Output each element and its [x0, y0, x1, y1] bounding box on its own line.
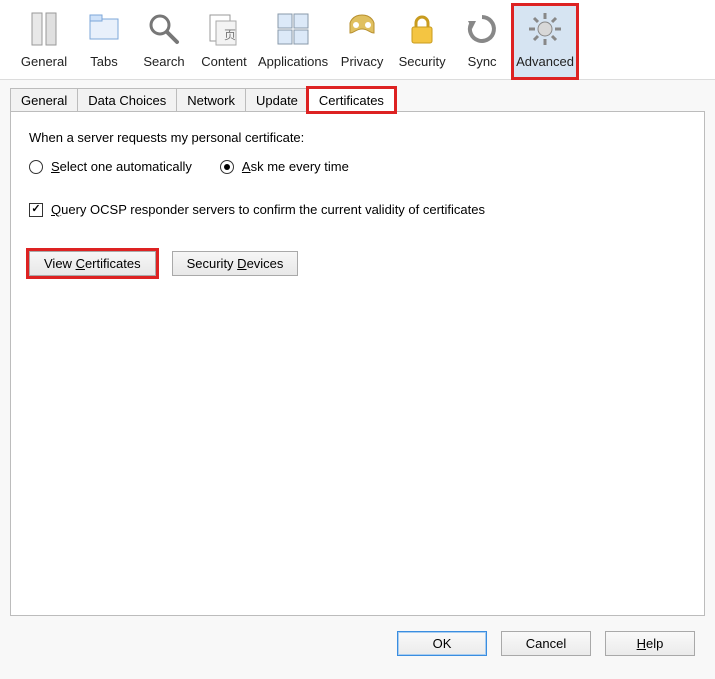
applications-icon — [273, 9, 313, 52]
ok-button[interactable]: OK — [397, 631, 487, 656]
checkbox-label: Query OCSP responder servers to confirm … — [51, 202, 485, 217]
svg-text:页: 页 — [224, 28, 236, 42]
sync-icon — [462, 9, 502, 52]
category-label: Search — [143, 54, 184, 69]
cert-buttons-row: View Certificates Security Devices — [29, 251, 686, 276]
personal-cert-radio-group: Select one automatically Ask me every ti… — [29, 159, 686, 174]
subtab-certificates[interactable]: Certificates — [308, 88, 395, 112]
help-button[interactable]: Help — [605, 631, 695, 656]
radio-label: Ask me every time — [242, 159, 349, 174]
subtab-data-choices[interactable]: Data Choices — [77, 88, 177, 112]
gear-icon — [525, 9, 565, 52]
preferences-category-toolbar: General Tabs Search 页 Content Applicatio… — [0, 0, 715, 80]
general-icon — [24, 9, 64, 52]
category-security[interactable]: Security — [392, 4, 452, 79]
category-label: General — [21, 54, 67, 69]
dialog-button-row: OK Cancel Help — [0, 617, 715, 656]
security-devices-button[interactable]: Security Devices — [172, 251, 299, 276]
category-label: Content — [201, 54, 247, 69]
category-label: Applications — [258, 54, 328, 69]
advanced-subtabs: General Data Choices Network Update Cert… — [0, 80, 715, 112]
subtab-update[interactable]: Update — [245, 88, 309, 112]
category-label: Privacy — [341, 54, 384, 69]
privacy-icon — [342, 9, 382, 52]
subtab-network[interactable]: Network — [176, 88, 246, 112]
subtab-general[interactable]: General — [10, 88, 78, 112]
category-label: Sync — [468, 54, 497, 69]
category-advanced[interactable]: Advanced — [512, 4, 578, 79]
checkbox-icon — [29, 203, 43, 217]
category-tabs[interactable]: Tabs — [74, 4, 134, 79]
radio-label: Select one automatically — [51, 159, 192, 174]
search-icon — [144, 9, 184, 52]
category-label: Security — [399, 54, 446, 69]
personal-cert-prompt: When a server requests my personal certi… — [29, 130, 686, 145]
radio-select-automatically[interactable]: Select one automatically — [29, 159, 192, 174]
category-label: Advanced — [516, 54, 574, 69]
cancel-button[interactable]: Cancel — [501, 631, 591, 656]
checkbox-query-ocsp[interactable]: Query OCSP responder servers to confirm … — [29, 202, 686, 217]
content-icon: 页 — [204, 9, 244, 52]
category-search[interactable]: Search — [134, 4, 194, 79]
radio-icon — [220, 160, 234, 174]
category-content[interactable]: 页 Content — [194, 4, 254, 79]
certificates-panel: When a server requests my personal certi… — [10, 111, 705, 616]
radio-ask-every-time[interactable]: Ask me every time — [220, 159, 349, 174]
view-certificates-button[interactable]: View Certificates — [29, 251, 156, 276]
category-general[interactable]: General — [14, 4, 74, 79]
tabs-icon — [84, 9, 124, 52]
category-privacy[interactable]: Privacy — [332, 4, 392, 79]
category-sync[interactable]: Sync — [452, 4, 512, 79]
category-applications[interactable]: Applications — [254, 4, 332, 79]
category-label: Tabs — [90, 54, 117, 69]
radio-icon — [29, 160, 43, 174]
lock-icon — [402, 9, 442, 52]
